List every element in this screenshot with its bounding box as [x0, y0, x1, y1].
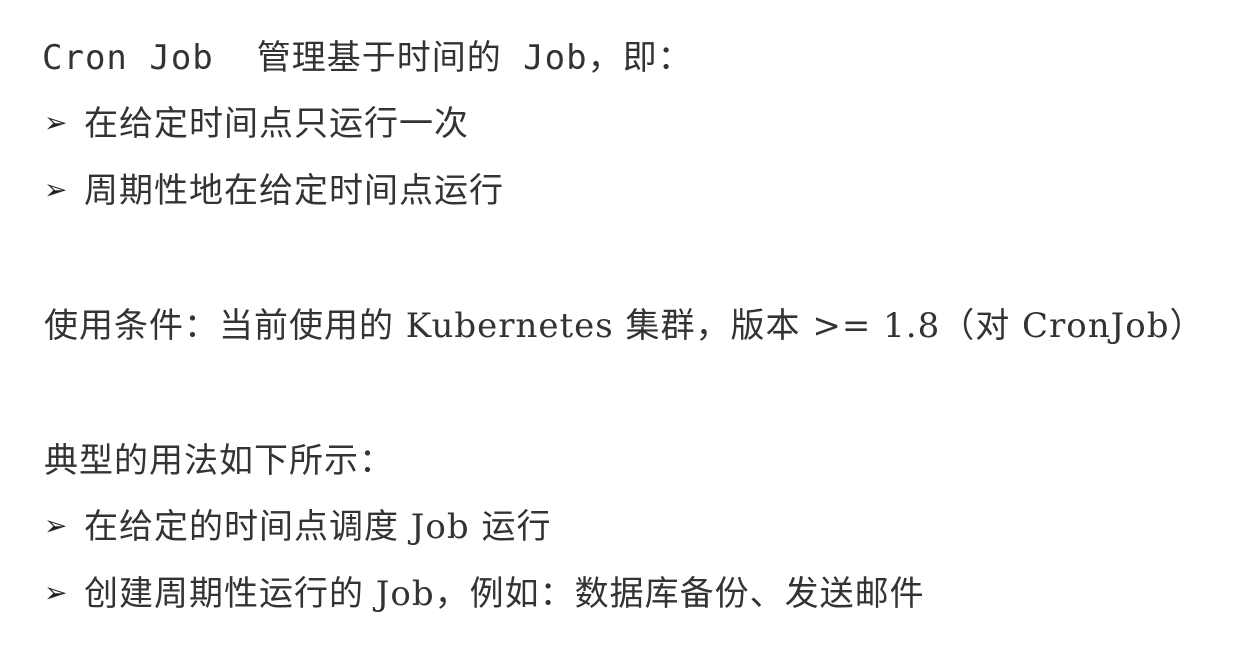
list-item: ➢ 创建周期性运行的 Job，例如：数据库备份、发送邮件 [44, 574, 925, 614]
list-item-text: 在给定时间点只运行一次 [84, 104, 469, 144]
arrow-bullet-icon: ➢ [44, 576, 69, 609]
list-item: ➢ 周期性地在给定时间点运行 [44, 171, 504, 211]
arrow-bullet-icon: ➢ [44, 106, 69, 139]
usage-heading: 典型的用法如下所示： [44, 441, 394, 481]
list-item-text: 在给定的时间点调度 Job 运行 [84, 507, 552, 547]
list-item: ➢ 在给定时间点只运行一次 [44, 104, 469, 144]
list-item: ➢ 在给定的时间点调度 Job 运行 [44, 507, 551, 547]
usage-condition-paragraph: 使用条件：当前使用的 Kubernetes 集群，版本 >= 1.8（对 Cro… [44, 306, 1205, 346]
list-item-text: 创建周期性运行的 Job，例如：数据库备份、发送邮件 [84, 574, 925, 614]
arrow-bullet-icon: ➢ [44, 173, 69, 206]
list-item-text: 周期性地在给定时间点运行 [84, 171, 504, 211]
intro-paragraph: Cron Job 管理基于时间的 Job，即： [42, 38, 693, 78]
arrow-bullet-icon: ➢ [44, 509, 69, 542]
